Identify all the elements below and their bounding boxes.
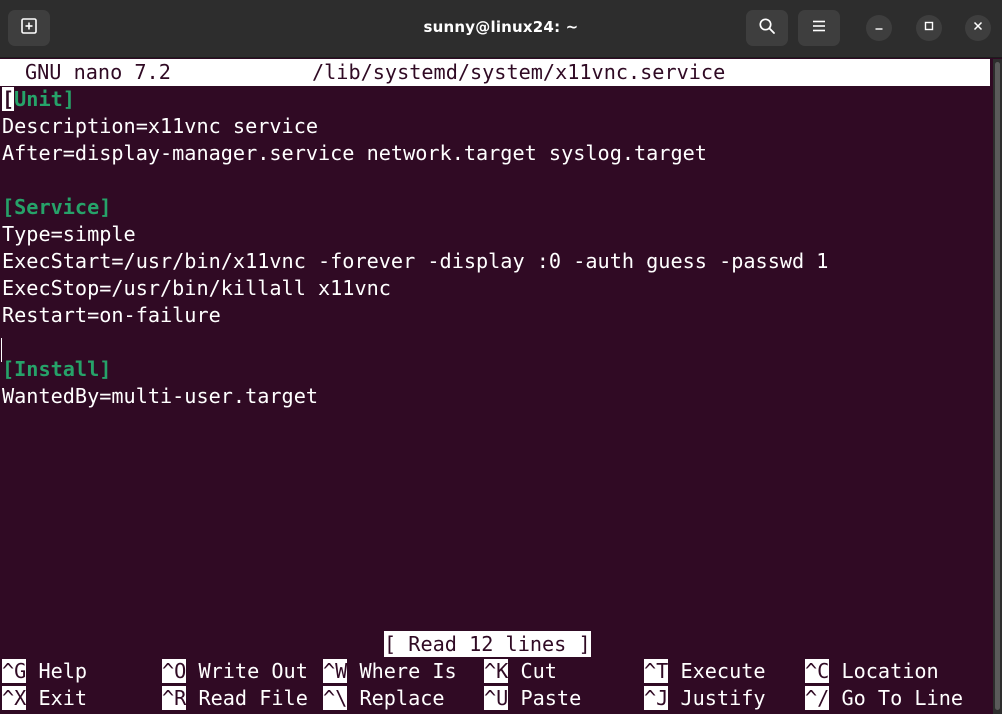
install-section-header: [Install] bbox=[2, 357, 112, 381]
nano-filename: /lib/systemd/system/x11vnc.service bbox=[312, 60, 726, 84]
text-cursor: [ bbox=[2, 87, 15, 111]
shortcut-execute[interactable]: ^T Execute bbox=[644, 658, 766, 685]
shortcut-write-out[interactable]: ^O Write Out bbox=[162, 658, 308, 685]
wantedby-line: WantedBy=multi-user.target bbox=[2, 384, 319, 408]
close-icon bbox=[972, 19, 984, 37]
shortcut-exit[interactable]: ^X Exit bbox=[2, 685, 87, 712]
maximize-icon bbox=[923, 19, 935, 37]
window-title: sunny@linux24: ~ bbox=[423, 18, 579, 36]
terminal-area[interactable]: GNU nano 7.2 /lib/systemd/system/x11vnc.… bbox=[0, 59, 993, 714]
description-line: Description=x11vnc service bbox=[2, 114, 319, 138]
title-bar[interactable]: sunny@linux24: ~ bbox=[0, 0, 1002, 58]
execstart-line: ExecStart=/usr/bin/x11vnc -forever -disp… bbox=[2, 249, 829, 273]
service-section-header: [Service] bbox=[2, 195, 112, 219]
nano-title-bar: GNU nano 7.2 /lib/systemd/system/x11vnc.… bbox=[0, 59, 990, 86]
minimize-icon bbox=[873, 19, 885, 37]
nano-status-message: [ Read 12 lines ] bbox=[384, 631, 591, 657]
minimize-button[interactable] bbox=[866, 15, 892, 41]
shortcut-go-to-line[interactable]: ^/ Go To Line bbox=[805, 685, 963, 712]
shortcut-help[interactable]: ^G Help bbox=[2, 658, 87, 685]
maximize-button[interactable] bbox=[916, 15, 942, 41]
shortcut-paste[interactable]: ^U Paste bbox=[484, 685, 581, 712]
mouse-i-beam-cursor bbox=[1, 338, 2, 362]
type-line: Type=simple bbox=[2, 222, 136, 246]
shortcut-justify[interactable]: ^J Justify bbox=[644, 685, 766, 712]
scrollbar-thumb[interactable] bbox=[995, 62, 1000, 710]
execstop-line: ExecStop=/usr/bin/killall x11vnc bbox=[2, 276, 391, 300]
search-icon bbox=[758, 17, 776, 40]
hamburger-menu-icon bbox=[811, 19, 827, 38]
close-button[interactable] bbox=[965, 15, 991, 41]
shortcut-replace[interactable]: ^\ Replace bbox=[323, 685, 445, 712]
terminal-window: sunny@linux24: ~ GNU nano 7.2 /lib/syste… bbox=[0, 0, 1002, 714]
search-button[interactable] bbox=[746, 10, 788, 46]
after-line: After=display-manager.service network.ta… bbox=[2, 141, 707, 165]
menu-button[interactable] bbox=[798, 10, 840, 46]
unit-section-header: [Unit] bbox=[2, 87, 75, 111]
shortcut-where-is[interactable]: ^W Where Is bbox=[323, 658, 457, 685]
shortcut-read-file[interactable]: ^R Read File bbox=[162, 685, 308, 712]
restart-line: Restart=on-failure bbox=[2, 303, 221, 327]
shortcut-cut[interactable]: ^K Cut bbox=[484, 658, 557, 685]
shortcut-location[interactable]: ^C Location bbox=[805, 658, 939, 685]
nano-version: GNU nano 7.2 bbox=[25, 60, 171, 84]
